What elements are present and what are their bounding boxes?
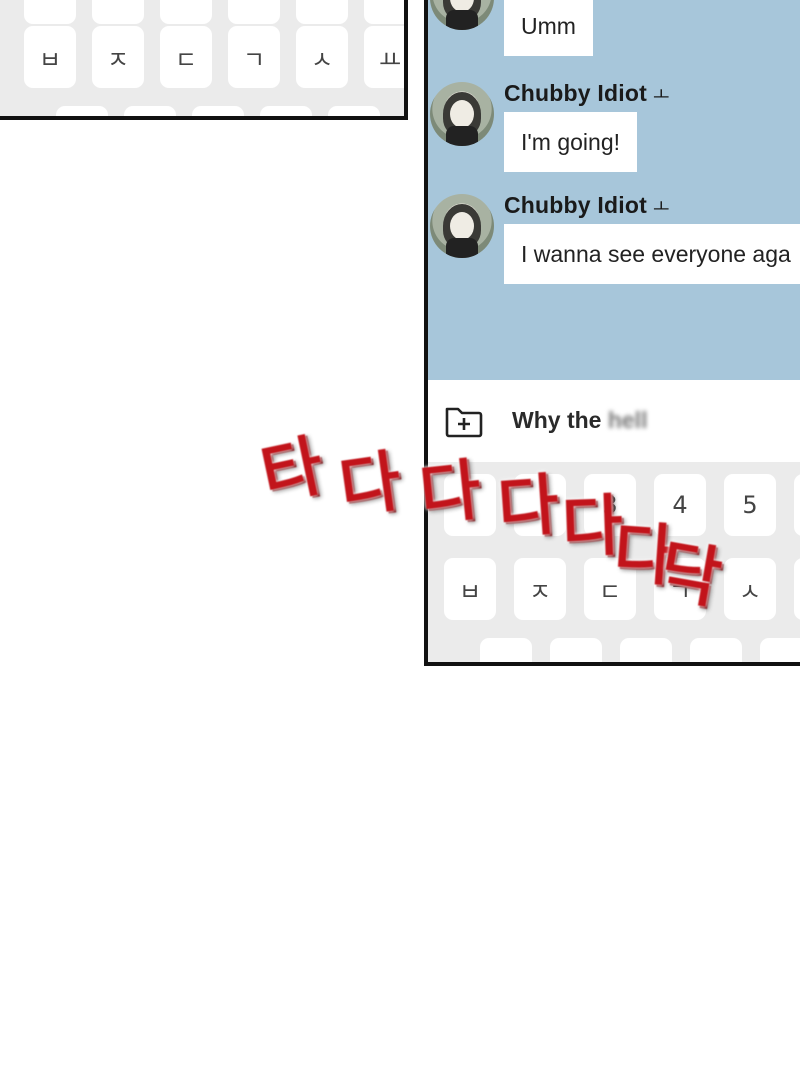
top-keyboard-panel: ㅂ ㅈ ㄷ ㄱ ㅅ ㅛ	[0, 0, 408, 120]
keyboard-key[interactable]	[550, 638, 602, 662]
keyboard-key[interactable]: ㄱ	[654, 558, 706, 620]
keyboard-key[interactable]: ㅂ	[24, 26, 76, 88]
message-bubble: Umm	[504, 0, 593, 56]
keyboard-key[interactable]	[192, 106, 244, 116]
keyboard-key[interactable]: ㄷ	[584, 558, 636, 620]
sender-name: Chubby Idiot ㅗ	[504, 192, 670, 219]
keyboard-key[interactable]: ㅂ	[444, 558, 496, 620]
keyboard-key[interactable]	[444, 474, 496, 536]
sender-name: Chubby Idiot ㅗ	[504, 80, 670, 107]
sender-name-text: Chubby Idiot	[504, 80, 647, 106]
keyboard-key[interactable]	[760, 638, 800, 662]
avatar[interactable]	[430, 0, 494, 30]
avatar[interactable]	[430, 194, 494, 258]
chat-phone-panel: Umm Chubby Idiot ㅗ I'm going! Chubby Idio…	[424, 0, 800, 666]
sfx-char: 타	[254, 426, 330, 515]
keyboard-key[interactable]	[514, 474, 566, 536]
keyboard-key[interactable]	[794, 474, 800, 536]
sender-mark: ㅗ	[652, 85, 670, 105]
keyboard-key[interactable]: ㅛ	[364, 26, 404, 88]
keyboard-key[interactable]: 4	[654, 474, 706, 536]
keyboard-key[interactable]	[690, 638, 742, 662]
keyboard-key[interactable]	[364, 0, 404, 24]
sender-name-text: Chubby Idiot	[504, 192, 647, 218]
keyboard-key[interactable]	[260, 106, 312, 116]
keyboard-key[interactable]: ㅅ	[724, 558, 776, 620]
message-input-bar[interactable]: Why the hell	[428, 380, 800, 462]
input-text-visible: Why the	[512, 407, 602, 433]
keyboard-key[interactable]: ㄱ	[228, 26, 280, 88]
keyboard-key[interactable]	[124, 106, 176, 116]
sender-mark: ㅗ	[652, 197, 670, 217]
keyboard-key[interactable]: ㅈ	[92, 26, 144, 88]
sfx-char: 다	[334, 442, 406, 527]
keyboard-key[interactable]	[24, 0, 76, 24]
folder-plus-icon[interactable]	[444, 403, 484, 444]
keyboard-key[interactable]: ㅅ	[296, 26, 348, 88]
message-bubble: I'm going!	[504, 112, 637, 172]
keyboard-key[interactable]: ㅈ	[514, 558, 566, 620]
keyboard-key[interactable]: 5	[724, 474, 776, 536]
message-input[interactable]: Why the hell	[512, 407, 647, 434]
keyboard-key[interactable]	[160, 0, 212, 24]
keyboard-key[interactable]	[620, 638, 672, 662]
input-text-blurred: hell	[607, 407, 648, 433]
keyboard-key[interactable]	[296, 0, 348, 24]
keyboard-key[interactable]: ㅛ	[794, 558, 800, 620]
keyboard-key[interactable]	[480, 638, 532, 662]
chat-message-area: Umm Chubby Idiot ㅗ I'm going! Chubby Idio…	[428, 0, 800, 380]
keyboard-key[interactable]	[328, 106, 380, 116]
keyboard: 3 4 5 ㅂ ㅈ ㄷ ㄱ ㅅ ㅛ	[428, 462, 800, 662]
avatar[interactable]	[430, 82, 494, 146]
keyboard-key[interactable]	[56, 106, 108, 116]
keyboard-key[interactable]	[92, 0, 144, 24]
message-bubble: I wanna see everyone aga	[504, 224, 800, 284]
keyboard-key[interactable]: 3	[584, 474, 636, 536]
keyboard-key[interactable]	[228, 0, 280, 24]
keyboard-key[interactable]: ㄷ	[160, 26, 212, 88]
